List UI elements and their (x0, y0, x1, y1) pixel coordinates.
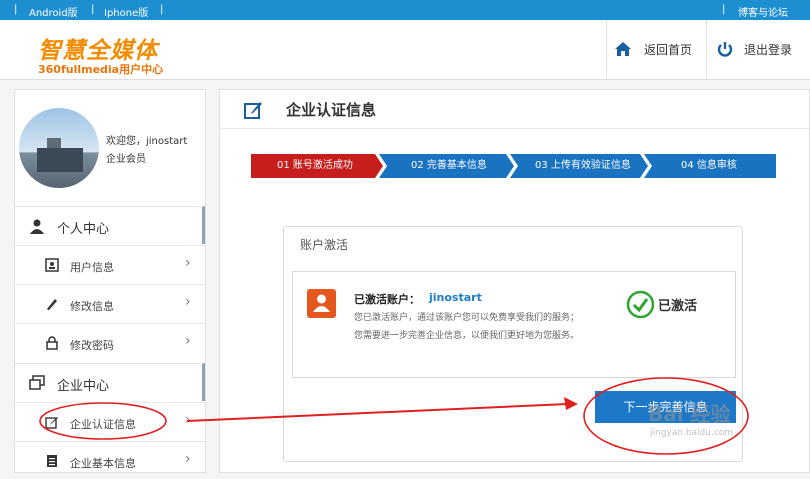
sidebar-item-change-password[interactable]: 修改密码 › (15, 323, 205, 361)
blog-link[interactable]: 博客与论坛 (738, 4, 788, 19)
chevron-right-icon: › (185, 412, 191, 428)
home-icon[interactable] (614, 40, 632, 58)
step-1: 01 账号激活成功 (277, 160, 353, 171)
user-badge-icon (307, 289, 336, 318)
topbar-divider: | (14, 4, 18, 15)
avatar (19, 108, 99, 188)
home-link[interactable]: 返回首页 (644, 41, 692, 58)
sidebar-item-label: 修改密码 (70, 339, 114, 352)
edit-icon (244, 102, 262, 119)
sidebar-item-edit-info[interactable]: 修改信息 › (15, 284, 205, 322)
sidebar-item-label: 用户信息 (70, 261, 114, 274)
step-4: 04 信息审核 (681, 160, 737, 171)
user-icon (30, 219, 44, 234)
logout-link[interactable]: 退出登录 (744, 41, 792, 58)
step-2: 02 完善基本信息 (411, 160, 487, 171)
section-label: 企业中心 (57, 379, 110, 394)
card-title: 账户激活 (300, 238, 349, 252)
welcome-text: 欢迎您，jinostart (106, 136, 188, 147)
activated-label: 已激活账户： (354, 293, 420, 306)
sidebar-item-label: 企业认证信息 (70, 418, 136, 431)
member-role: 企业会员 (106, 154, 146, 165)
topbar-divider: | (160, 4, 164, 15)
sidebar-item-enterprise-auth[interactable]: 企业认证信息 › (15, 402, 205, 440)
sidebar-item-label: 修改信息 (70, 300, 114, 313)
lock-icon (46, 336, 58, 350)
watermark: Bai 经验 (648, 402, 731, 426)
logo[interactable]: 智慧全媒体 (38, 31, 158, 65)
section-label: 个人中心 (57, 222, 110, 237)
activation-info: 已激活账户： jinostart 您已激活账户，通过该账户您可以免费享受我们的服… (292, 271, 736, 378)
iphone-link[interactable]: Iphone版 (104, 4, 148, 19)
android-link[interactable]: Android版 (29, 4, 78, 19)
sidebar-item-enterprise-basic[interactable]: 企业基本信息 › (15, 441, 205, 479)
topbar-divider: | (722, 4, 726, 15)
section-enterprise-center[interactable]: 企业中心 (15, 363, 205, 401)
progress-steps: 01 账号激活成功 02 完善基本信息 03 上传有效验证信息 04 信息审核 (251, 154, 776, 178)
top-bar: | Android版 | Iphone版 | | 博客与论坛 (0, 0, 810, 20)
edit-icon (45, 417, 58, 429)
description-line-2: 您需要进一步完善企业信息，以便我们更好地为您服务。 (354, 331, 580, 341)
chevron-right-icon: › (185, 451, 191, 467)
page-title: 企业认证信息 (286, 101, 377, 119)
header-divider (606, 20, 607, 80)
chevron-right-icon: › (185, 255, 191, 271)
pencil-icon (47, 299, 57, 310)
section-personal-center[interactable]: 个人中心 (15, 206, 205, 244)
watermark-url: jingyan.baidu.com (650, 428, 734, 438)
description-line-1: 您已激活账户，通过该账户您可以免费享受我们的服务； (354, 313, 580, 323)
sidebar-item-user-info[interactable]: 用户信息 › (15, 245, 205, 283)
account-name: jinostart (429, 291, 482, 304)
status-activated: 已激活 (658, 299, 698, 314)
divider (220, 128, 809, 129)
windows-icon (29, 375, 45, 390)
checkmark-circle-icon (626, 290, 655, 319)
id-card-icon (45, 258, 59, 272)
sidebar-item-label: 企业基本信息 (70, 457, 136, 470)
header-divider (706, 20, 707, 80)
chevron-right-icon: › (185, 294, 191, 310)
power-icon[interactable] (716, 40, 734, 58)
sidebar: 欢迎您，jinostart 企业会员 个人中心 用户信息 › 修改信息 › 修改… (14, 89, 206, 473)
topbar-divider: | (91, 4, 95, 15)
header: 智慧全媒体 360fullmedia用户中心 返回首页 退出登录 (0, 20, 810, 80)
step-3: 03 上传有效验证信息 (535, 160, 631, 171)
chevron-right-icon: › (185, 333, 191, 349)
document-icon (47, 455, 57, 467)
logo-subtitle: 360fullmedia用户中心 (38, 63, 164, 76)
